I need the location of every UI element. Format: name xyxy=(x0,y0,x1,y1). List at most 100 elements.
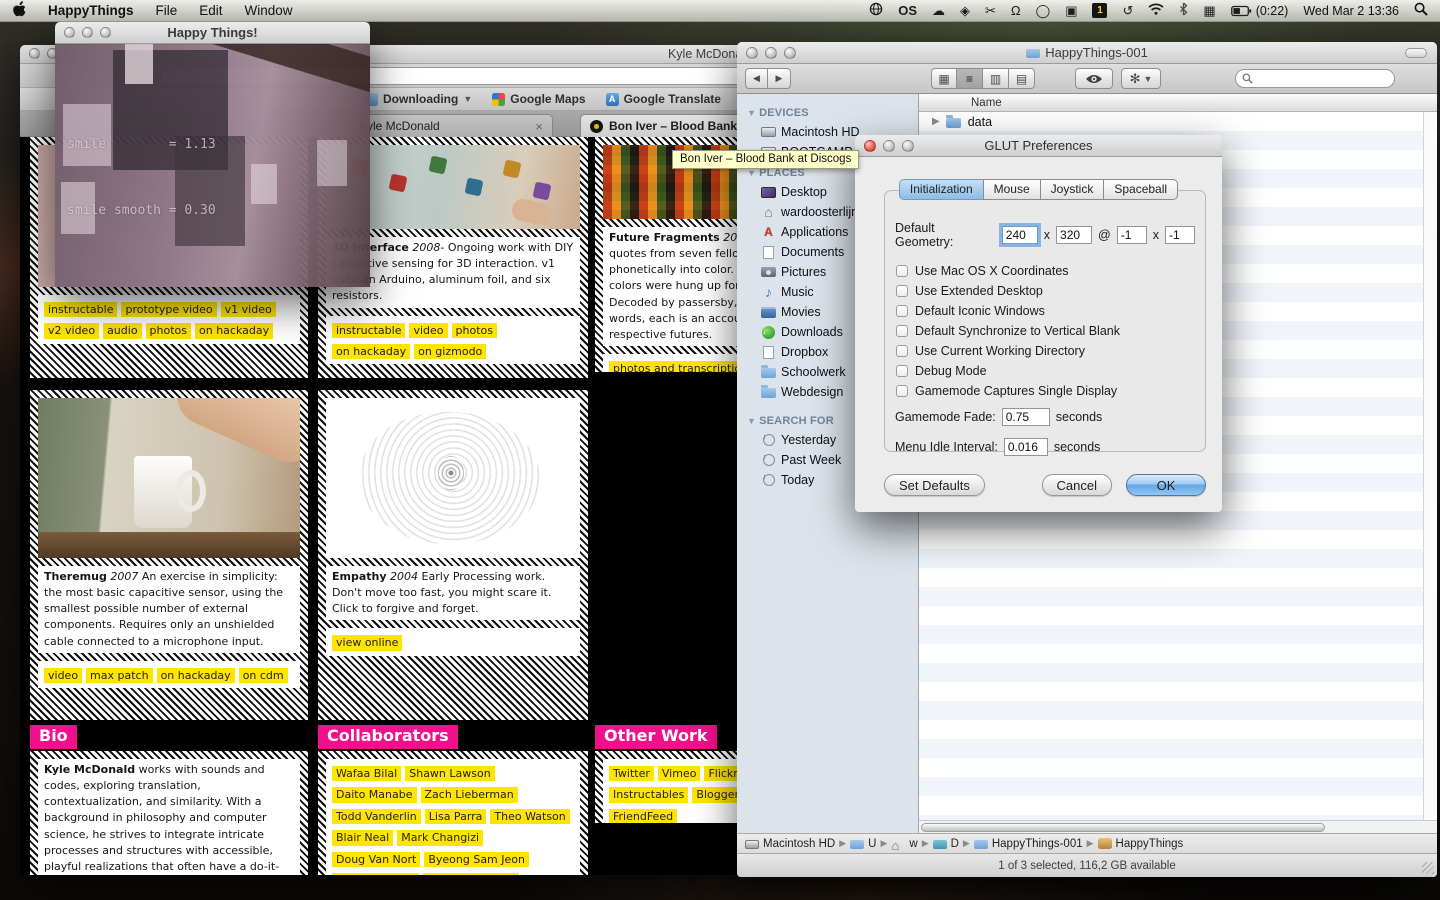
close-button[interactable] xyxy=(29,48,40,59)
bookmark-downloading[interactable]: Downloading ▼ xyxy=(365,92,472,106)
close-icon[interactable]: × xyxy=(525,119,543,134)
dropbox-menu-extra[interactable]: ◈ xyxy=(960,3,970,19)
checkbox-box[interactable] xyxy=(896,345,908,357)
tag-link[interactable]: audio xyxy=(103,323,142,339)
checkbox-box[interactable] xyxy=(896,325,908,337)
list-view-button[interactable]: ≡ xyxy=(957,68,983,89)
bookmark-google-maps[interactable]: Google Maps xyxy=(492,92,586,106)
wifi-menu-extra[interactable] xyxy=(1148,3,1164,18)
icon-view-button[interactable]: ▦ xyxy=(931,68,957,89)
glut-checkbox[interactable]: Default Iconic Windows xyxy=(895,301,1195,321)
zoom-button[interactable] xyxy=(784,47,796,59)
collaborator-link[interactable]: Daito Manabe xyxy=(332,787,417,803)
tab-spaceball[interactable]: Spaceball xyxy=(1103,179,1179,200)
minimize-button[interactable] xyxy=(883,140,895,152)
menu-window[interactable]: Window xyxy=(245,3,293,18)
checkbox-box[interactable] xyxy=(896,265,908,277)
collaborator-link[interactable]: Blair Neal xyxy=(332,830,394,846)
badge-app-menu-extra[interactable]: 1 xyxy=(1092,3,1108,18)
collaborator-link[interactable]: Todd Vanderlin xyxy=(332,808,421,825)
resize-grip[interactable] xyxy=(1422,862,1434,874)
globe-menu-extra[interactable] xyxy=(869,2,883,19)
path-crumb-desktop[interactable]: D xyxy=(932,838,959,850)
video-titlebar[interactable]: Happy Things! xyxy=(55,22,370,44)
keyboard-menu-extra[interactable]: ▦ xyxy=(1203,3,1215,19)
action-button[interactable]: ✻ ▼ xyxy=(1121,68,1161,89)
back-button[interactable]: ◀ xyxy=(745,68,768,89)
glut-checkbox[interactable]: Gamemode Captures Single Display xyxy=(895,381,1195,401)
tag-link[interactable]: photos xyxy=(451,322,497,339)
tag-link[interactable]: video xyxy=(44,667,83,684)
name-column-header[interactable]: Name xyxy=(919,94,1437,112)
vertical-scrollbar[interactable] xyxy=(1423,112,1437,833)
path-crumb-happythings-app[interactable]: HappyThings xyxy=(1097,838,1183,850)
tag-link[interactable]: on hackaday xyxy=(195,323,274,339)
tab-mouse[interactable]: Mouse xyxy=(982,179,1041,200)
external-link[interactable]: Twitter xyxy=(609,766,654,782)
finder-search-field[interactable] xyxy=(1235,69,1395,88)
external-link[interactable]: Vimeo xyxy=(657,766,701,782)
geometry-width-field[interactable] xyxy=(1001,226,1038,244)
glut-checkbox[interactable]: Use Extended Desktop xyxy=(895,281,1195,301)
devices-header[interactable]: ▼ DEVICES xyxy=(737,102,918,122)
collaborator-link[interactable]: Lisa Parra xyxy=(424,808,487,825)
tag-link[interactable]: on gizmodo xyxy=(414,344,487,360)
external-link[interactable]: Instructables xyxy=(609,787,689,803)
tag-link[interactable]: on cdm xyxy=(238,667,288,684)
collaborator-link[interactable]: Byeong Sam Jeon xyxy=(424,851,529,867)
gamemode-fade-field[interactable] xyxy=(1001,408,1050,426)
toolbar-toggle-button[interactable] xyxy=(1405,48,1427,58)
collaborator-link[interactable]: Pauline Oliveros xyxy=(423,872,520,875)
close-button[interactable] xyxy=(864,140,876,152)
app-menu-happythings[interactable]: HappyThings xyxy=(48,3,134,18)
tag-link[interactable]: max patch xyxy=(86,667,153,684)
close-button[interactable] xyxy=(746,47,758,59)
tag-link[interactable]: instructable xyxy=(332,322,406,339)
path-crumb-home[interactable]: w xyxy=(891,838,917,850)
zoom-button[interactable] xyxy=(100,27,111,38)
collaborator-link[interactable]: Dane Kouttron xyxy=(332,872,420,875)
cancel-button[interactable]: Cancel xyxy=(1041,474,1112,496)
checkbox-box[interactable] xyxy=(896,365,908,377)
cloud-menu-extra[interactable]: ☁ xyxy=(932,3,945,19)
tag-link[interactable]: v1 video xyxy=(220,302,276,318)
menu-edit[interactable]: Edit xyxy=(199,3,222,18)
spotlight-menu-extra[interactable] xyxy=(1414,2,1428,19)
collaborator-link[interactable]: Wafaa Bilal xyxy=(332,766,402,782)
bluetooth-menu-extra[interactable] xyxy=(1179,2,1188,19)
path-crumb-happythings-001[interactable]: HappyThings-001 xyxy=(973,838,1083,850)
glut-checkbox[interactable]: Default Synchronize to Vertical Blank xyxy=(895,321,1195,341)
menu-idle-field[interactable] xyxy=(1003,438,1048,456)
tag-link[interactable]: v2 video xyxy=(44,323,100,339)
checkbox-box[interactable] xyxy=(896,305,908,317)
glut-checkbox[interactable]: Use Current Working Directory xyxy=(895,341,1195,361)
quick-look-button[interactable] xyxy=(1075,68,1113,89)
close-button[interactable] xyxy=(64,27,75,38)
tab-initialization[interactable]: Initialization xyxy=(898,179,984,200)
tag-link[interactable]: view online xyxy=(332,635,403,651)
checkbox-box[interactable] xyxy=(896,385,908,397)
set-defaults-button[interactable]: Set Defaults xyxy=(884,474,985,496)
collaborator-link[interactable]: Shawn Lawson xyxy=(405,766,495,782)
geometry-height-field[interactable] xyxy=(1056,226,1093,244)
glut-titlebar[interactable]: GLUT Preferences xyxy=(855,135,1222,157)
tag-link[interactable]: instructable xyxy=(44,302,118,318)
column-view-button[interactable]: ▥ xyxy=(983,68,1009,89)
minimize-button[interactable] xyxy=(82,27,93,38)
tag-link[interactable]: prototype video xyxy=(121,302,217,318)
collaborator-link[interactable]: Doug Van Nort xyxy=(332,851,421,867)
time-machine-menu-extra[interactable]: ↺ xyxy=(1122,3,1133,19)
tag-link[interactable]: photos xyxy=(145,323,192,339)
checkbox-box[interactable] xyxy=(896,285,908,297)
minimize-button[interactable] xyxy=(765,47,777,59)
forward-button[interactable]: ▶ xyxy=(768,68,791,89)
ok-button[interactable]: OK xyxy=(1126,474,1206,496)
tool-menu-extra[interactable]: ✂ xyxy=(985,3,996,19)
tag-link[interactable]: on hackaday xyxy=(332,344,411,360)
apple-menu[interactable] xyxy=(12,1,26,20)
os-menu-extra[interactable]: OS xyxy=(898,3,917,18)
geometry-y-field[interactable] xyxy=(1165,226,1195,244)
chat-menu-extra[interactable]: ◯ xyxy=(1036,3,1051,19)
disclosure-triangle-icon[interactable]: ▶ xyxy=(932,116,940,127)
menu-file[interactable]: File xyxy=(156,3,178,18)
